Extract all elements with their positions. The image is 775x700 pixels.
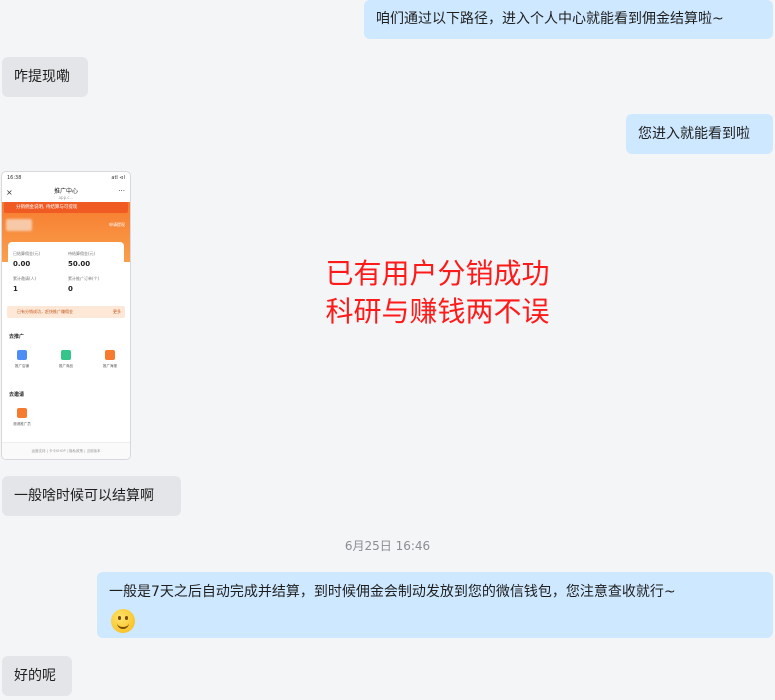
smile-emoji-icon: [111, 609, 135, 633]
phone-notice: 已有分销成功，赶快推广赚佣金 更多: [7, 306, 125, 318]
message-bubble-incoming[interactable]: 咋提现嘞: [2, 57, 88, 97]
invite-icon: [17, 408, 27, 418]
blurred-avatar: [6, 219, 32, 231]
phone-section-invite: 去邀请: [9, 392, 25, 398]
phone-time: 16:38: [7, 175, 22, 181]
message-text: 您进入就能看到啦: [638, 126, 750, 142]
tool-label: 推广店铺: [15, 364, 29, 368]
tool-label: 推广海报: [103, 364, 117, 368]
stat-value: 0: [68, 285, 73, 293]
more-icon: ···: [118, 187, 125, 195]
promo-overlay-text: 已有用户分销成功 科研与赚钱两不误: [255, 255, 620, 331]
stat-label: 已结算佣金(元): [13, 251, 41, 256]
message-bubble-outgoing[interactable]: 您进入就能看到啦: [626, 114, 773, 154]
phone-banner: 分销佣金说明, 待结算与可提现: [4, 202, 128, 213]
stat-value: 1: [13, 285, 18, 293]
message-text: 咱们通过以下路径，进入个人中心就能看到佣金结算啦~: [376, 11, 724, 27]
stat-value: 50.00: [68, 260, 91, 268]
phone-footer: 运营支持 | 卡卡SHOP | 隐私政策 | 当前版本: [2, 442, 130, 459]
phone-notice-action: 更多: [113, 309, 121, 314]
phone-withdraw-link: 申请提现: [109, 222, 125, 227]
message-text: 一般啥时候可以结算啊: [14, 488, 154, 504]
emoji-mouth: [117, 621, 129, 629]
image-message-screenshot[interactable]: 16:38 atl ⊲l × 推广中心 app.c... ··· 分销佣金说明,…: [2, 172, 130, 459]
poster-icon: [105, 350, 115, 360]
phone-notice-text: 已有分销成功，赶快推广赚佣金: [17, 309, 73, 314]
tool-label: 推广商品: [59, 364, 73, 368]
overlay-line-2: 科研与赚钱两不误: [325, 295, 550, 328]
message-bubble-incoming[interactable]: 一般啥时候可以结算啊: [2, 476, 181, 516]
stat-label: 累计推广订单(个): [68, 276, 100, 281]
store-icon: [17, 350, 27, 360]
emoji-eye: [125, 616, 128, 620]
phone-title: 推广中心: [53, 188, 78, 195]
overlay-line-1: 已有用户分销成功: [325, 257, 550, 290]
close-icon: ×: [6, 188, 13, 197]
phone-nav-bar: × 推广中心 app.c... ···: [2, 184, 130, 202]
stat-label: 累计邀请(人): [13, 276, 37, 281]
phone-status-bar: 16:38 atl ⊲l: [2, 172, 130, 184]
message-text: 一般是7天之后自动完成并结算，到时候佣金会制动发放到您的微信钱包，您注意查收就行…: [109, 584, 676, 600]
invite-label: 邀请推广员: [13, 422, 31, 426]
message-bubble-incoming[interactable]: 好的呢: [2, 656, 72, 696]
product-icon: [61, 350, 71, 360]
phone-section-promote: 去推广: [9, 334, 25, 340]
message-text: 好的呢: [14, 668, 56, 684]
timestamp: 6月25日 16:46: [344, 539, 431, 553]
stat-value: 0.00: [13, 260, 31, 268]
message-bubble-outgoing[interactable]: 咱们通过以下路径，进入个人中心就能看到佣金结算啦~: [364, 0, 773, 39]
message-bubble-outgoing[interactable]: 一般是7天之后自动完成并结算，到时候佣金会制动发放到您的微信钱包，您注意查收就行…: [97, 572, 773, 638]
phone-stats-card: 已结算佣金(元) 0.00 待结算佣金(元) 50.00 累计邀请(人) 1 累…: [8, 242, 124, 300]
emoji-eye: [118, 616, 121, 620]
stat-label: 待结算佣金(元): [68, 251, 96, 256]
phone-subtitle: app.c...: [58, 195, 74, 200]
phone-signal: atl ⊲l: [111, 175, 125, 181]
message-text: 咋提现嘞: [14, 69, 70, 85]
